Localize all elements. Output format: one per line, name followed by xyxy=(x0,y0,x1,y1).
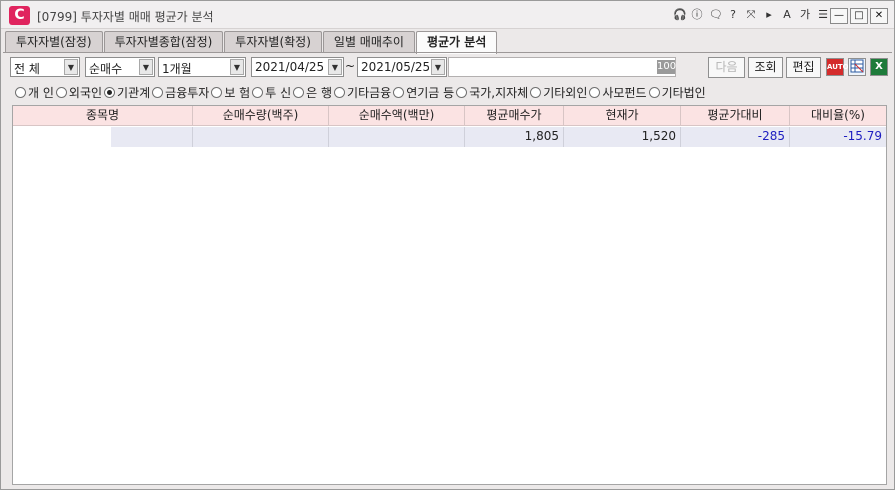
investor-radio-group: 개 인 외국인 기관계 금융투자 보 험 투 신 은 행 기타금융 연기금 등 … xyxy=(15,84,708,100)
excel-export-icon[interactable]: X xyxy=(870,58,888,76)
menu-icon[interactable]: ☰ xyxy=(817,7,829,23)
radio-other-corporation[interactable]: 기타법인 xyxy=(648,84,706,101)
start-date-picker[interactable]: 2021/04/25 ▼ xyxy=(251,57,344,77)
chat-icon[interactable]: 🗨 xyxy=(709,7,723,23)
app-window: C [0799] 투자자별 매매 평균가 분석 🎧 ⓘ 🗨 ? ⤧ ▸ A 가 … xyxy=(0,0,895,490)
start-date-value: 2021/04/25 xyxy=(255,60,325,74)
grid-settings-icon[interactable] xyxy=(848,58,866,76)
table-icon xyxy=(850,59,864,73)
close-icon[interactable]: ✕ xyxy=(870,8,888,24)
info-icon[interactable]: ⓘ xyxy=(691,7,703,23)
radio-institution-total[interactable]: 기관계 xyxy=(104,84,150,101)
maximize-icon[interactable]: □ xyxy=(850,8,868,24)
radio-dot xyxy=(456,86,468,98)
market-select[interactable]: 전 체 ▼ xyxy=(10,57,80,77)
net-buy-amount-cell xyxy=(329,127,465,147)
date-range-separator: ~ xyxy=(345,59,356,73)
minimize-icon[interactable]: — xyxy=(830,8,848,24)
market-value: 전 체 xyxy=(14,62,40,76)
radio-foreigner[interactable]: 외국인 xyxy=(55,84,102,101)
help-icon[interactable]: ? xyxy=(727,7,739,23)
column-header[interactable]: 순매수액(백만) xyxy=(329,106,465,126)
filter-bar: 전 체 ▼ 순매수 ▼ 1개월 ▼ 2021/04/25 ▼ ~ 2021/05… xyxy=(1,57,894,79)
current-price-cell: 1,520 xyxy=(564,127,681,147)
app-logo-icon: C xyxy=(9,6,30,25)
radio-private-equity[interactable]: 사모펀드 xyxy=(589,84,647,101)
tab-investor-provisional[interactable]: 투자자별(잠정) xyxy=(5,31,103,53)
radio-dot xyxy=(530,86,542,98)
net-buy-volume-cell xyxy=(193,127,329,147)
column-header[interactable]: 종목명 xyxy=(13,106,193,126)
radio-other-foreign[interactable]: 기타외인 xyxy=(530,84,587,101)
window-controls: — □ ✕ xyxy=(830,8,888,24)
grid-header: 종목명 순매수량(백주) 순매수액(백만) 평균매수가 현재가 평균가대비 대비… xyxy=(13,106,886,126)
font-hangul-icon[interactable]: 가 xyxy=(799,7,811,23)
radio-dot xyxy=(334,86,346,98)
tab-divider xyxy=(3,52,892,53)
column-header[interactable]: 평균가대비 xyxy=(681,106,790,126)
radio-dot xyxy=(55,86,67,98)
result-grid[interactable]: 종목명 순매수량(백주) 순매수액(백만) 평균매수가 현재가 평균가대비 대비… xyxy=(12,105,887,485)
avg-buy-price-cell: 1,805 xyxy=(465,127,564,147)
trade-type-value: 순매수 xyxy=(89,62,123,76)
radio-dot xyxy=(648,86,660,98)
radio-insurance[interactable]: 보 험 xyxy=(211,84,250,101)
stock-name-cell-ext xyxy=(111,127,193,147)
tab-daily-trend[interactable]: 일별 매매추이 xyxy=(322,31,415,53)
period-value: 1개월 xyxy=(162,62,192,76)
radio-investment-trust[interactable]: 투 신 xyxy=(252,84,291,101)
chevron-down-icon[interactable]: ▼ xyxy=(431,59,445,75)
link-icon[interactable]: ⤧ xyxy=(745,7,757,23)
radio-dot xyxy=(293,86,305,98)
title-bar: C [0799] 투자자별 매매 평균가 분석 🎧 ⓘ 🗨 ? ⤧ ▸ A 가 … xyxy=(1,1,894,29)
price-diff-cell: -285 xyxy=(681,127,790,147)
stock-name-cell[interactable] xyxy=(13,127,111,147)
radio-dot xyxy=(393,86,405,98)
font-size-icon[interactable]: A xyxy=(781,7,793,23)
window-title: [0799] 투자자별 매매 평균가 분석 xyxy=(37,10,214,24)
radio-pension-fund[interactable]: 연기금 등 xyxy=(393,84,454,101)
radio-dot-selected xyxy=(104,86,116,98)
headset-icon[interactable]: 🎧 xyxy=(673,7,687,23)
column-header[interactable]: 순매수량(백주) xyxy=(193,106,329,126)
radio-dot xyxy=(211,86,223,98)
column-header[interactable]: 현재가 xyxy=(564,106,681,126)
end-date-picker[interactable]: 2021/05/25 ▼ xyxy=(357,57,447,77)
tab-bar: 투자자별(잠정) 투자자별종합(잠정) 투자자별(확정) 일별 매매추이 평균가… xyxy=(5,31,498,54)
edit-button[interactable]: 편집 xyxy=(786,57,821,78)
radio-other-finance[interactable]: 기타금융 xyxy=(334,84,391,101)
search-button[interactable]: 조회 xyxy=(748,57,783,78)
next-button[interactable]: 다음 xyxy=(708,57,745,78)
radio-dot xyxy=(15,86,26,98)
column-header[interactable]: 평균매수가 xyxy=(465,106,564,126)
title-toolbar: 🎧 ⓘ 🗨 ? ⤧ ▸ A 가 ☰ xyxy=(673,7,829,23)
chevron-down-icon[interactable]: ▼ xyxy=(64,59,78,75)
radio-dot xyxy=(152,86,164,98)
radio-financial-investment[interactable]: 금융투자 xyxy=(152,84,209,101)
tab-investor-summary-provisional[interactable]: 투자자별종합(잠정) xyxy=(103,31,224,53)
table-row[interactable]: 1,805 1,520 -285 -15.79 xyxy=(13,127,886,147)
flag-icon[interactable]: ▸ xyxy=(763,7,775,23)
radio-individual[interactable]: 개 인 xyxy=(15,84,54,101)
radio-government[interactable]: 국가,지자체 xyxy=(456,84,528,101)
chevron-down-icon[interactable]: ▼ xyxy=(230,59,244,75)
tab-investor-confirmed[interactable]: 투자자별(확정) xyxy=(224,31,322,53)
radio-dot xyxy=(252,86,264,98)
chevron-down-icon[interactable]: ▼ xyxy=(139,59,153,75)
radio-bank[interactable]: 은 행 xyxy=(293,84,332,101)
end-date-value: 2021/05/25 xyxy=(361,60,431,74)
auto-icon[interactable]: AUTO xyxy=(826,58,849,76)
row-count-badge[interactable]: 100 xyxy=(657,60,676,74)
radio-dot xyxy=(589,86,601,98)
trade-type-select[interactable]: 순매수 ▼ xyxy=(85,57,155,77)
diff-rate-cell: -15.79 xyxy=(790,127,886,147)
period-select[interactable]: 1개월 ▼ xyxy=(158,57,246,77)
tab-average-price-analysis[interactable]: 평균가 분석 xyxy=(415,31,498,54)
stock-search-input[interactable] xyxy=(448,57,676,77)
chevron-down-icon[interactable]: ▼ xyxy=(328,59,342,75)
column-header[interactable]: 대비율(%) xyxy=(790,106,886,126)
